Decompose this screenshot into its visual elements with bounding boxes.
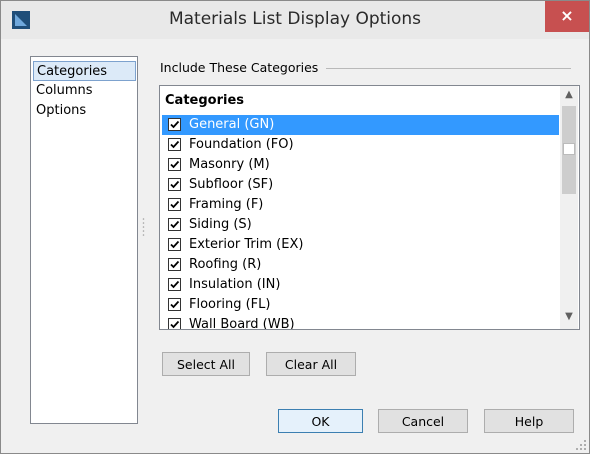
scroll-down-icon[interactable]: ▼ — [560, 308, 578, 325]
checkbox[interactable] — [168, 238, 181, 251]
scroll-thumb-grip — [563, 143, 575, 155]
list-item-label: Roofing (R) — [189, 257, 262, 272]
list-item[interactable]: Flooring (FL) — [162, 295, 559, 315]
checkbox[interactable] — [168, 218, 181, 231]
list-item-label: Masonry (M) — [189, 157, 270, 172]
checkbox[interactable] — [168, 298, 181, 311]
list-item[interactable]: Wall Board (WB) — [162, 315, 559, 330]
help-button[interactable]: Help — [484, 409, 574, 433]
checkmark-icon — [170, 160, 180, 169]
list-item-label: Subfloor (SF) — [189, 177, 274, 192]
close-button[interactable]: × — [545, 1, 589, 32]
list-item[interactable]: Insulation (IN) — [162, 275, 559, 295]
category-nav: Categories Columns Options — [30, 56, 138, 424]
list-item-label: Foundation (FO) — [189, 137, 294, 152]
nav-item-columns[interactable]: Columns — [33, 81, 136, 101]
list-item-label: Siding (S) — [189, 217, 252, 232]
nav-item-options[interactable]: Options — [33, 101, 136, 121]
checkmark-icon — [170, 260, 180, 269]
dialog-window: Materials List Display Options × Categor… — [0, 0, 590, 454]
cancel-button[interactable]: Cancel — [378, 409, 468, 433]
checkmark-icon — [170, 120, 180, 129]
list-item-label: Exterior Trim (EX) — [189, 237, 304, 252]
select-all-button[interactable]: Select All — [162, 352, 250, 376]
checkmark-icon — [170, 180, 180, 189]
list-item-label: Insulation (IN) — [189, 277, 281, 292]
list-item[interactable]: Masonry (M) — [162, 155, 559, 175]
checkbox[interactable] — [168, 198, 181, 211]
checkbox[interactable] — [168, 258, 181, 271]
checkbox[interactable] — [168, 158, 181, 171]
list-item-label: Flooring (FL) — [189, 297, 271, 312]
checkmark-icon — [170, 240, 180, 249]
vertical-scrollbar[interactable]: ▲ ▼ — [560, 86, 578, 329]
list-item[interactable]: Exterior Trim (EX) — [162, 235, 559, 255]
checkbox[interactable] — [168, 318, 181, 329]
group-label: Include These Categories — [160, 60, 319, 75]
list-item[interactable]: General (GN) — [162, 115, 559, 135]
list-item[interactable]: Subfloor (SF) — [162, 175, 559, 195]
checkbox[interactable] — [168, 138, 181, 151]
list-item[interactable]: Foundation (FO) — [162, 135, 559, 155]
list-item-label: Framing (F) — [189, 197, 264, 212]
list-item[interactable]: Framing (F) — [162, 195, 559, 215]
group-divider — [326, 68, 571, 69]
checkbox[interactable] — [168, 178, 181, 191]
list-item[interactable]: Roofing (R) — [162, 255, 559, 275]
checkmark-icon — [170, 280, 180, 289]
nav-item-categories[interactable]: Categories — [33, 61, 136, 81]
scroll-up-icon[interactable]: ▲ — [560, 86, 578, 103]
list-item-label: Wall Board (WB) — [189, 317, 295, 330]
checkbox[interactable] — [168, 118, 181, 131]
clear-all-button[interactable]: Clear All — [266, 352, 356, 376]
checkmark-icon — [170, 200, 180, 209]
list-item[interactable]: Siding (S) — [162, 215, 559, 235]
scroll-thumb[interactable] — [562, 106, 576, 194]
ok-button[interactable]: OK — [278, 409, 363, 433]
checkmark-icon — [170, 220, 180, 229]
list-item-label: General (GN) — [189, 117, 275, 132]
list-header: Categories — [165, 93, 245, 108]
categories-list[interactable]: Categories General (GN) Foundation (FO) Ma… — [159, 85, 580, 330]
checkmark-icon — [170, 320, 180, 329]
title-bar[interactable]: Materials List Display Options × — [1, 1, 589, 39]
window-title: Materials List Display Options — [168, 9, 422, 29]
checkbox[interactable] — [168, 278, 181, 291]
splitter-grip-icon[interactable] — [142, 217, 145, 239]
resize-grip-icon[interactable] — [575, 439, 587, 451]
checkmark-icon — [170, 140, 180, 149]
checkmark-icon — [170, 300, 180, 309]
